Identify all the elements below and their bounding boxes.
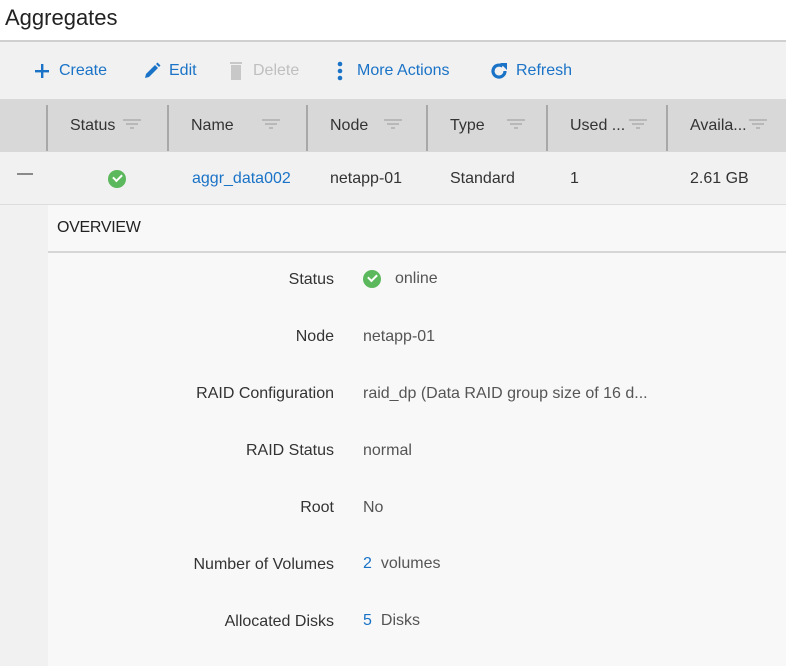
collapse-toggle[interactable] [17, 152, 33, 205]
more-actions-button[interactable]: More Actions [330, 42, 449, 99]
detail-panel: OVERVIEW Status online Node netapp-01 RA… [48, 205, 786, 666]
column-label: Used ... [570, 116, 626, 134]
delete-button[interactable]: Delete [226, 42, 299, 99]
page-title: Aggregates [5, 5, 118, 30]
column-header-used[interactable]: Used ... [570, 99, 648, 152]
filter-icon[interactable] [123, 117, 142, 135]
node-cell: netapp-01 [330, 169, 403, 187]
status-cell [108, 152, 126, 205]
prop-value-raid-status: normal [363, 442, 412, 459]
refresh-label: Refresh [516, 61, 573, 79]
plus-icon [32, 61, 52, 81]
prop-label-node: Node [295, 328, 334, 345]
grid-header: Status Name Node Type Used ... Availa... [0, 99, 786, 152]
column-label: Type [450, 116, 485, 134]
column-header-node[interactable]: Node [330, 99, 403, 152]
column-header-type[interactable]: Type [450, 99, 525, 152]
column-separator[interactable] [306, 105, 308, 151]
detail-gutter [0, 205, 48, 666]
column-separator[interactable] [666, 105, 668, 151]
prop-value-root: No [363, 499, 384, 516]
volumes-unit: volumes [380, 555, 441, 572]
trash-icon [226, 61, 246, 81]
refresh-button[interactable]: Refresh [489, 42, 572, 99]
column-separator[interactable] [546, 105, 548, 151]
disks-count-link[interactable]: 5 [363, 612, 372, 630]
column-header-available[interactable]: Availa... [690, 99, 767, 152]
status-online-icon [108, 169, 126, 188]
create-button[interactable]: Create [32, 42, 107, 99]
column-separator[interactable] [426, 105, 428, 151]
overview-heading: OVERVIEW [48, 205, 786, 253]
prop-label-raid-status: RAID Status [245, 442, 334, 459]
column-label: Availa... [690, 116, 747, 134]
filter-icon[interactable] [629, 117, 648, 135]
prop-value-raid-config: raid_dp (Data RAID group size of 16 d... [363, 385, 648, 402]
more-vertical-icon [330, 61, 350, 81]
available-cell: 2.61 GB [690, 169, 749, 187]
column-label: Name [191, 116, 234, 134]
prop-label-raid-config: RAID Configuration [196, 385, 334, 402]
status-text: online [395, 270, 438, 287]
create-label: Create [59, 61, 108, 79]
column-header-name[interactable]: Name [191, 99, 280, 152]
aggregate-name-link[interactable]: aggr_data002 [192, 152, 291, 205]
disks-unit: Disks [380, 612, 421, 629]
column-separator[interactable] [167, 105, 169, 151]
prop-label-root: Root [300, 499, 334, 516]
collapse-icon [17, 172, 33, 175]
toolbar: Create Edit Delete More Actions Refresh [0, 40, 786, 99]
prop-label-status: Status [288, 271, 334, 288]
filter-icon[interactable] [384, 117, 403, 135]
status-online-icon [363, 270, 381, 288]
used-cell: 1 [570, 169, 579, 187]
prop-value-node: netapp-01 [363, 328, 436, 345]
column-label: Status [70, 116, 116, 134]
prop-label-volumes: Number of Volumes [193, 556, 334, 573]
table-row[interactable]: aggr_data002 netapp-01 Standard 1 2.61 G… [0, 152, 786, 205]
filter-icon[interactable] [506, 117, 525, 135]
volumes-count-link[interactable]: 2 [363, 555, 372, 573]
column-label: Node [330, 116, 369, 134]
edit-label: Edit [169, 61, 197, 79]
type-cell: Standard [450, 169, 515, 187]
prop-value-status: online [363, 270, 438, 288]
delete-label: Delete [253, 61, 300, 79]
filter-icon[interactable] [748, 117, 767, 135]
refresh-icon [489, 61, 509, 81]
pencil-icon [142, 61, 162, 81]
column-separator[interactable] [46, 105, 48, 151]
more-actions-label: More Actions [357, 61, 450, 79]
prop-value-disks: 5 Disks [363, 612, 420, 630]
edit-button[interactable]: Edit [142, 42, 197, 99]
filter-icon[interactable] [261, 117, 280, 135]
prop-label-disks: Allocated Disks [224, 613, 334, 630]
prop-value-volumes: 2 volumes [363, 555, 440, 573]
column-header-status[interactable]: Status [70, 99, 142, 152]
